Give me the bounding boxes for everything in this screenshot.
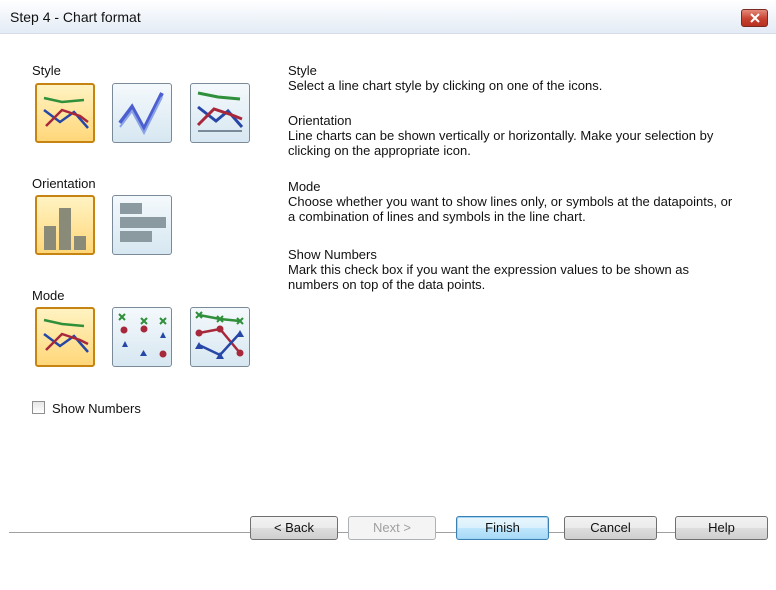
style-help: Style Select a line chart style by click… <box>288 63 758 93</box>
back-button[interactable]: < Back <box>250 516 338 540</box>
show-numbers-help-heading: Show Numbers <box>288 247 377 262</box>
line-style-2-button[interactable] <box>112 83 172 143</box>
show-numbers-checkbox[interactable] <box>32 401 45 414</box>
close-icon <box>750 13 760 23</box>
next-button[interactable]: Next > <box>348 516 436 540</box>
orientation-help-heading: Orientation <box>288 113 352 128</box>
style-help-text: Select a line chart style by clicking on… <box>288 78 603 93</box>
line-style-2-icon <box>118 92 164 136</box>
vertical-bars-icon <box>44 208 86 250</box>
cancel-button[interactable]: Cancel <box>564 516 657 540</box>
show-numbers-help: Show Numbers Mark this check box if you … <box>288 247 758 292</box>
mode-help-heading: Mode <box>288 179 321 194</box>
dialog-content: Style Orientation Mode Show Numbers Styl… <box>0 34 776 590</box>
mode-label: Mode <box>32 288 65 303</box>
mode-help-text-line-1: Choose whether you want to show lines on… <box>288 194 733 209</box>
orientation-help-text-line-2: clicking on the appropriate icon. <box>288 143 471 158</box>
orientation-label: Orientation <box>32 176 96 191</box>
line-style-1-button[interactable] <box>35 83 95 143</box>
lines-and-symbols-button[interactable] <box>190 307 250 367</box>
style-help-heading: Style <box>288 63 317 78</box>
dialog-title: Step 4 - Chart format <box>10 9 141 25</box>
mode-help: Mode Choose whether you want to show lin… <box>288 179 758 224</box>
line-style-1-icon <box>43 96 89 129</box>
show-numbers-help-text-line-2: numbers on top of the data points. <box>288 277 486 292</box>
title-bar[interactable]: Step 4 - Chart format <box>0 0 776 34</box>
lines-only-icon <box>43 318 89 353</box>
show-numbers-label[interactable]: Show Numbers <box>52 401 141 416</box>
dialog-window: Step 4 - Chart format Style Orientation … <box>0 0 776 590</box>
close-button[interactable] <box>741 9 768 27</box>
vertical-orientation-button[interactable] <box>35 195 95 255</box>
style-label: Style <box>32 63 61 78</box>
horizontal-orientation-button[interactable] <box>112 195 172 255</box>
lines-and-symbols-icon <box>195 311 244 359</box>
symbols-only-icon <box>118 313 167 358</box>
orientation-help-text-line-1: Line charts can be shown vertically or h… <box>288 128 714 143</box>
finish-button[interactable]: Finish <box>456 516 549 540</box>
mode-help-text-line-2: a combination of lines and symbols in th… <box>288 209 586 224</box>
horizontal-bars-icon <box>120 203 166 242</box>
help-button[interactable]: Help <box>675 516 768 540</box>
line-style-3-icon <box>196 91 244 132</box>
lines-only-button[interactable] <box>35 307 95 367</box>
symbols-only-button[interactable] <box>112 307 172 367</box>
orientation-help: Orientation Line charts can be shown ver… <box>288 113 758 158</box>
show-numbers-help-text-line-1: Mark this check box if you want the expr… <box>288 262 690 277</box>
line-style-3-button[interactable] <box>190 83 250 143</box>
